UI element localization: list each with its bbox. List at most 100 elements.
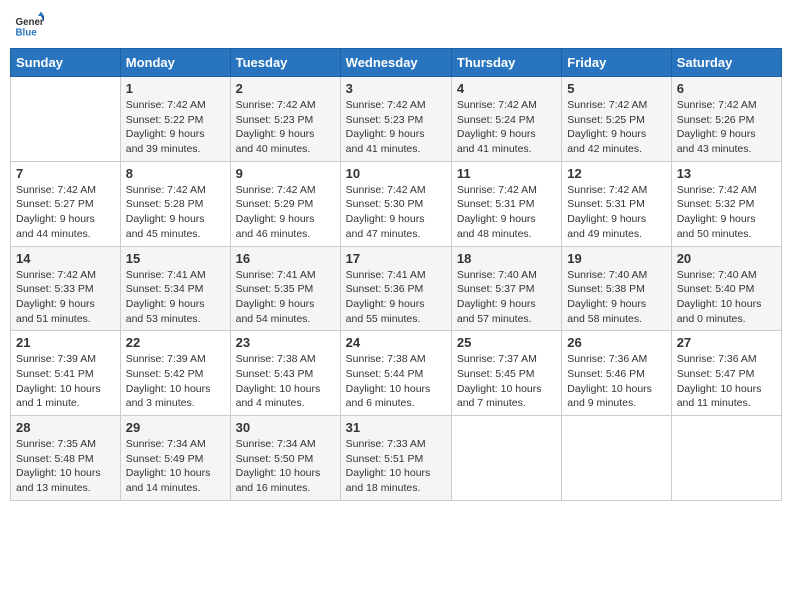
day-info: Sunrise: 7:42 AMSunset: 5:32 PMDaylight:… — [677, 183, 776, 242]
weekday-header: Sunday — [11, 49, 121, 77]
calendar-week-row: 1Sunrise: 7:42 AMSunset: 5:22 PMDaylight… — [11, 77, 782, 162]
day-info: Sunrise: 7:35 AMSunset: 5:48 PMDaylight:… — [16, 437, 115, 496]
day-number: 4 — [457, 81, 556, 96]
day-info: Sunrise: 7:40 AMSunset: 5:37 PMDaylight:… — [457, 268, 556, 327]
day-info: Sunrise: 7:41 AMSunset: 5:34 PMDaylight:… — [126, 268, 225, 327]
day-number: 26 — [567, 335, 665, 350]
svg-text:Blue: Blue — [16, 28, 38, 39]
day-number: 22 — [126, 335, 225, 350]
day-number: 27 — [677, 335, 776, 350]
calendar-cell — [562, 416, 671, 501]
calendar-week-row: 28 Sunrise: 7:35 AMSunset: 5:48 PMDayligh… — [11, 416, 782, 501]
day-number: 20 — [677, 251, 776, 266]
day-info: Sunrise: 7:42 AMSunset: 5:33 PMDaylight:… — [16, 268, 115, 327]
logo: General Blue — [14, 10, 48, 40]
day-number: 14 — [16, 251, 115, 266]
calendar-cell: 9 Sunrise: 7:42 AMSunset: 5:29 PMDaylight… — [230, 161, 340, 246]
day-number: 2 — [236, 81, 335, 96]
calendar-cell: 5Sunrise: 7:42 AMSunset: 5:25 PMDaylight… — [562, 77, 671, 162]
day-info: Sunrise: 7:36 AMSunset: 5:47 PMDaylight:… — [677, 352, 776, 411]
calendar-cell: 15 Sunrise: 7:41 AMSunset: 5:34 PMDayligh… — [120, 246, 230, 331]
day-number: 31 — [346, 420, 446, 435]
day-info: Sunrise: 7:34 AMSunset: 5:50 PMDaylight:… — [236, 437, 335, 496]
calendar-table: SundayMondayTuesdayWednesdayThursdayFrid… — [10, 48, 782, 501]
day-number: 15 — [126, 251, 225, 266]
day-number: 28 — [16, 420, 115, 435]
calendar-cell: 7Sunrise: 7:42 AMSunset: 5:27 PMDaylight… — [11, 161, 121, 246]
day-info: Sunrise: 7:40 AMSunset: 5:40 PMDaylight:… — [677, 268, 776, 327]
calendar-cell: 14 Sunrise: 7:42 AMSunset: 5:33 PMDayligh… — [11, 246, 121, 331]
day-info: Sunrise: 7:42 AMSunset: 5:23 PMDaylight:… — [236, 98, 335, 157]
calendar-week-row: 21 Sunrise: 7:39 AMSunset: 5:41 PMDayligh… — [11, 331, 782, 416]
day-number: 3 — [346, 81, 446, 96]
day-info: Sunrise: 7:42 AMSunset: 5:24 PMDaylight:… — [457, 98, 556, 157]
day-info: Sunrise: 7:42 AMSunset: 5:26 PMDaylight:… — [677, 98, 776, 157]
calendar-cell: 1Sunrise: 7:42 AMSunset: 5:22 PMDaylight… — [120, 77, 230, 162]
header-row: SundayMondayTuesdayWednesdayThursdayFrid… — [11, 49, 782, 77]
day-info: Sunrise: 7:42 AMSunset: 5:29 PMDaylight:… — [236, 183, 335, 242]
calendar-cell: 31Sunrise: 7:33 AMSunset: 5:51 PMDayligh… — [340, 416, 451, 501]
day-number: 11 — [457, 166, 556, 181]
calendar-cell — [451, 416, 561, 501]
page-header: General Blue — [10, 10, 782, 40]
calendar-cell — [11, 77, 121, 162]
day-info: Sunrise: 7:41 AMSunset: 5:36 PMDaylight:… — [346, 268, 446, 327]
day-info: Sunrise: 7:37 AMSunset: 5:45 PMDaylight:… — [457, 352, 556, 411]
calendar-cell: 19Sunrise: 7:40 AMSunset: 5:38 PMDayligh… — [562, 246, 671, 331]
calendar-cell: 18 Sunrise: 7:40 AMSunset: 5:37 PMDayligh… — [451, 246, 561, 331]
calendar-cell: 24 Sunrise: 7:38 AMSunset: 5:44 PMDayligh… — [340, 331, 451, 416]
calendar-cell: 12 Sunrise: 7:42 AMSunset: 5:31 PMDayligh… — [562, 161, 671, 246]
day-number: 24 — [346, 335, 446, 350]
weekday-header: Monday — [120, 49, 230, 77]
day-info: Sunrise: 7:42 AMSunset: 5:27 PMDaylight:… — [16, 183, 115, 242]
weekday-header: Thursday — [451, 49, 561, 77]
day-info: Sunrise: 7:38 AMSunset: 5:44 PMDaylight:… — [346, 352, 446, 411]
calendar-cell: 25Sunrise: 7:37 AMSunset: 5:45 PMDayligh… — [451, 331, 561, 416]
calendar-cell: 27 Sunrise: 7:36 AMSunset: 5:47 PMDayligh… — [671, 331, 781, 416]
day-info: Sunrise: 7:42 AMSunset: 5:31 PMDaylight:… — [567, 183, 665, 242]
calendar-cell: 13 Sunrise: 7:42 AMSunset: 5:32 PMDayligh… — [671, 161, 781, 246]
calendar-week-row: 7Sunrise: 7:42 AMSunset: 5:27 PMDaylight… — [11, 161, 782, 246]
calendar-cell: 28 Sunrise: 7:35 AMSunset: 5:48 PMDayligh… — [11, 416, 121, 501]
calendar-cell: 22 Sunrise: 7:39 AMSunset: 5:42 PMDayligh… — [120, 331, 230, 416]
day-number: 12 — [567, 166, 665, 181]
day-info: Sunrise: 7:42 AMSunset: 5:28 PMDaylight:… — [126, 183, 225, 242]
day-number: 1 — [126, 81, 225, 96]
day-number: 29 — [126, 420, 225, 435]
calendar-cell: 30Sunrise: 7:34 AMSunset: 5:50 PMDayligh… — [230, 416, 340, 501]
day-number: 9 — [236, 166, 335, 181]
day-info: Sunrise: 7:40 AMSunset: 5:38 PMDaylight:… — [567, 268, 665, 327]
calendar-header: SundayMondayTuesdayWednesdayThursdayFrid… — [11, 49, 782, 77]
weekday-header: Wednesday — [340, 49, 451, 77]
day-number: 8 — [126, 166, 225, 181]
calendar-cell: 17 Sunrise: 7:41 AMSunset: 5:36 PMDayligh… — [340, 246, 451, 331]
day-number: 21 — [16, 335, 115, 350]
day-number: 23 — [236, 335, 335, 350]
calendar-cell: 3Sunrise: 7:42 AMSunset: 5:23 PMDaylight… — [340, 77, 451, 162]
day-info: Sunrise: 7:42 AMSunset: 5:25 PMDaylight:… — [567, 98, 665, 157]
calendar-week-row: 14 Sunrise: 7:42 AMSunset: 5:33 PMDayligh… — [11, 246, 782, 331]
day-info: Sunrise: 7:42 AMSunset: 5:30 PMDaylight:… — [346, 183, 446, 242]
day-number: 16 — [236, 251, 335, 266]
calendar-cell: 2 Sunrise: 7:42 AMSunset: 5:23 PMDaylight… — [230, 77, 340, 162]
calendar-cell: 6 Sunrise: 7:42 AMSunset: 5:26 PMDaylight… — [671, 77, 781, 162]
day-info: Sunrise: 7:41 AMSunset: 5:35 PMDaylight:… — [236, 268, 335, 327]
day-info: Sunrise: 7:38 AMSunset: 5:43 PMDaylight:… — [236, 352, 335, 411]
calendar-cell: 29Sunrise: 7:34 AMSunset: 5:49 PMDayligh… — [120, 416, 230, 501]
day-info: Sunrise: 7:39 AMSunset: 5:41 PMDaylight:… — [16, 352, 115, 411]
day-info: Sunrise: 7:39 AMSunset: 5:42 PMDaylight:… — [126, 352, 225, 411]
calendar-cell: 26 Sunrise: 7:36 AMSunset: 5:46 PMDayligh… — [562, 331, 671, 416]
logo-icon: General Blue — [14, 10, 44, 40]
day-number: 17 — [346, 251, 446, 266]
calendar-cell — [671, 416, 781, 501]
day-number: 13 — [677, 166, 776, 181]
calendar-cell: 10Sunrise: 7:42 AMSunset: 5:30 PMDayligh… — [340, 161, 451, 246]
svg-text:General: General — [16, 17, 45, 28]
day-number: 6 — [677, 81, 776, 96]
day-number: 18 — [457, 251, 556, 266]
calendar-cell: 8 Sunrise: 7:42 AMSunset: 5:28 PMDaylight… — [120, 161, 230, 246]
calendar-cell: 20 Sunrise: 7:40 AMSunset: 5:40 PMDayligh… — [671, 246, 781, 331]
weekday-header: Saturday — [671, 49, 781, 77]
calendar-cell: 23 Sunrise: 7:38 AMSunset: 5:43 PMDayligh… — [230, 331, 340, 416]
day-info: Sunrise: 7:36 AMSunset: 5:46 PMDaylight:… — [567, 352, 665, 411]
